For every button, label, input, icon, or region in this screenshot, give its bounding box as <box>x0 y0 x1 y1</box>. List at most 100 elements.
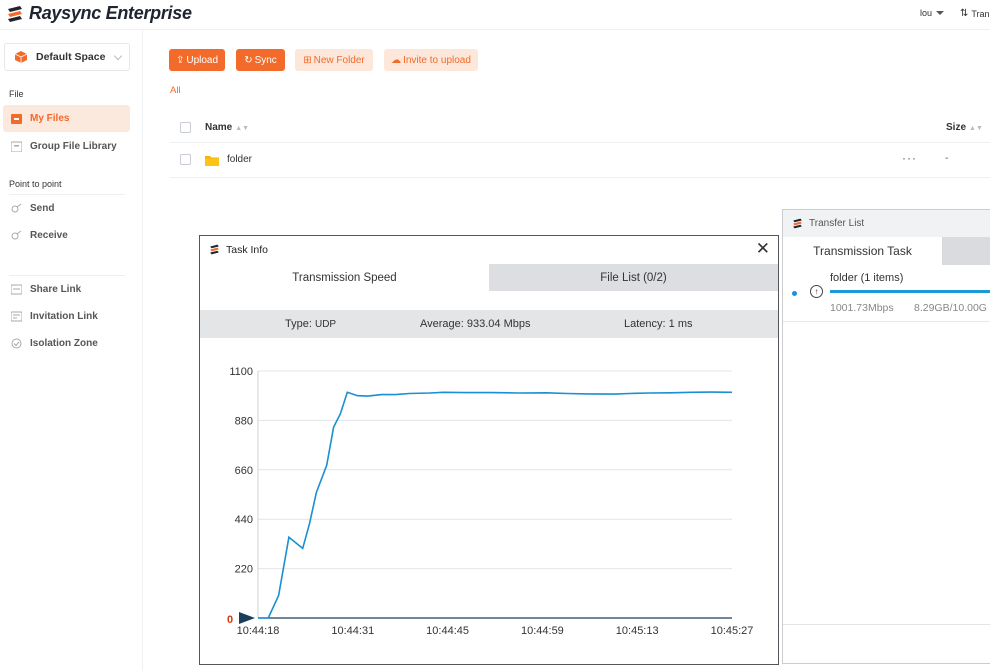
sync-button[interactable]: ↻ Sync <box>236 49 285 71</box>
task-info-title: Task Info <box>226 243 269 256</box>
x-tick-label: 10:44:45 <box>426 625 469 637</box>
more-actions-icon[interactable]: ··· <box>902 151 917 165</box>
speed-chart-svg: 220 440 660 880 1100 10:44:18 10:44:31 10:44:45… <box>227 366 754 637</box>
column-name-header[interactable]: Name ▲▼ <box>205 122 249 133</box>
new-folder-button-label: New Folder <box>313 54 365 66</box>
table-row[interactable]: folder ··· - <box>170 143 990 178</box>
section-p2p-title: Point to point <box>9 179 62 189</box>
transfer-tabs: Transmission Task <box>783 237 990 265</box>
breadcrumb[interactable]: All <box>170 85 181 96</box>
stat-average-value: 933.04 Mbps <box>466 318 531 330</box>
x-tick-label: 10:45:27 <box>711 625 754 637</box>
divider <box>783 624 990 625</box>
sidebar-item-send[interactable]: Send <box>3 195 130 222</box>
status-dot <box>792 291 797 296</box>
user-menu[interactable]: lou <box>920 8 945 18</box>
transfer-task-item[interactable]: ↑ folder (1 items) 1001.73Mbps 8.29GB/10… <box>783 266 990 322</box>
share-link-icon <box>11 284 22 295</box>
task-info-tabs: Transmission Speed File List (0/2) <box>200 264 778 291</box>
upload-button-label: Upload <box>186 54 219 66</box>
sidebar-item-label: Invitation Link <box>30 311 98 322</box>
sync-icon: ↻ <box>244 54 253 66</box>
sidebar-item-label: Isolation Zone <box>30 338 98 349</box>
transfer-list-title: Transfer List <box>809 218 865 229</box>
sidebar-item-label: My Files <box>30 113 70 124</box>
table-header: Name ▲▼ Size ▲▼ <box>170 113 990 143</box>
transfer-menu-label: Tran <box>971 8 990 19</box>
isolation-zone-icon <box>11 338 22 349</box>
column-size-header[interactable]: Size ▲▼ <box>946 122 983 133</box>
close-icon[interactable]: ✕ <box>756 239 770 259</box>
stat-type-label: Type: <box>285 318 312 330</box>
task-progress-bar <box>830 290 990 293</box>
chevron-down-icon <box>113 51 123 61</box>
brand: Raysync Enterprise <box>6 3 192 24</box>
invite-upload-button[interactable]: ☁ Invite to upload <box>384 49 478 71</box>
stat-average-label: Average: <box>420 318 464 330</box>
sort-icon: ▲▼ <box>969 125 983 132</box>
task-info-titlebar[interactable]: Task Info ✕ <box>200 236 778 263</box>
space-select[interactable]: Default Space <box>4 43 130 71</box>
sync-button-label: Sync <box>254 54 277 66</box>
transfer-arrows-icon: ⇅ <box>960 8 969 19</box>
sidebar-item-my-files[interactable]: My Files <box>3 105 130 132</box>
tab-transmission-speed[interactable]: Transmission Speed <box>200 264 489 291</box>
chevron-down-icon <box>936 11 945 15</box>
upload-arrow-icon: ↑ <box>810 285 823 298</box>
sidebar-item-label: Send <box>30 203 55 214</box>
sidebar-item-group-file-library[interactable]: Group File Library <box>3 133 130 160</box>
stat-average: Average: 933.04 Mbps <box>420 318 531 330</box>
play-marker-icon <box>239 612 255 624</box>
sidebar-item-share-link[interactable]: Share Link <box>3 276 130 303</box>
raysync-logo-icon <box>8 5 22 22</box>
sidebar-item-isolation-zone[interactable]: Isolation Zone <box>3 330 130 357</box>
stat-latency-label: Latency: <box>624 318 666 330</box>
tab-transmission-task[interactable]: Transmission Task <box>783 237 943 265</box>
stat-type: Type: UDP <box>285 318 336 330</box>
new-folder-button[interactable]: ⊞ New Folder <box>295 49 373 71</box>
receive-icon <box>11 230 22 240</box>
task-speed: 1001.73Mbps <box>830 302 894 314</box>
space-cube-icon <box>15 51 27 63</box>
raysync-logo-icon <box>210 244 219 255</box>
sidebar-item-label: Group File Library <box>30 141 117 152</box>
group-library-icon <box>11 141 22 152</box>
upload-button[interactable]: ⇪ Upload <box>169 49 225 71</box>
x-tick-label: 10:44:59 <box>521 625 564 637</box>
y-tick-label: 880 <box>235 415 253 427</box>
file-name[interactable]: folder <box>227 154 252 165</box>
x-tick-label: 10:45:13 <box>616 625 659 637</box>
y-tick-label: 660 <box>235 465 253 477</box>
stat-type-value: UDP <box>314 319 337 330</box>
user-name: lou <box>920 8 933 18</box>
sidebar-item-receive[interactable]: Receive <box>3 222 130 249</box>
task-size: 8.29GB/10.00G <box>914 302 987 314</box>
y-tick-label: 220 <box>235 564 253 576</box>
select-all-checkbox[interactable] <box>180 122 191 133</box>
invitation-link-icon <box>11 311 22 322</box>
zero-marker: 0 <box>227 614 233 626</box>
space-name: Default Space <box>36 51 106 63</box>
speed-chart: 220 440 660 880 1100 10:44:18 10:44:31 10:44:45… <box>200 356 778 649</box>
sidebar-item-label: Share Link <box>30 284 82 295</box>
x-tick-label: 10:44:31 <box>331 625 374 637</box>
column-name-label: Name <box>205 122 233 133</box>
row-checkbox[interactable] <box>180 154 191 165</box>
sidebar-item-invitation-link[interactable]: Invitation Link <box>3 303 130 330</box>
task-stats-bar: Type: UDP Average: 933.04 Mbps Latency: … <box>200 310 778 338</box>
file-size: - <box>945 153 949 164</box>
stat-latency-value: 1 ms <box>668 318 693 330</box>
transfer-menu[interactable]: ⇅ Tran <box>960 8 990 19</box>
transfer-list-window: Transfer List Transmission Task ↑ folder… <box>782 209 990 664</box>
new-folder-icon: ⊞ <box>303 54 312 66</box>
my-files-icon <box>11 114 22 124</box>
sidebar: Default Space File My Files Group File L… <box>0 30 143 671</box>
column-size-label: Size <box>946 122 967 133</box>
tab-file-list[interactable]: File List (0/2) <box>489 264 778 291</box>
top-bar: Raysync Enterprise lou ⇅ Tran <box>0 0 990 30</box>
task-info-window: Task Info ✕ Transmission Speed File List… <box>199 235 779 665</box>
transfer-list-titlebar[interactable]: Transfer List <box>783 210 990 237</box>
speed-series-line <box>258 391 733 619</box>
tab-secondary[interactable] <box>943 237 990 265</box>
folder-icon <box>205 156 219 166</box>
